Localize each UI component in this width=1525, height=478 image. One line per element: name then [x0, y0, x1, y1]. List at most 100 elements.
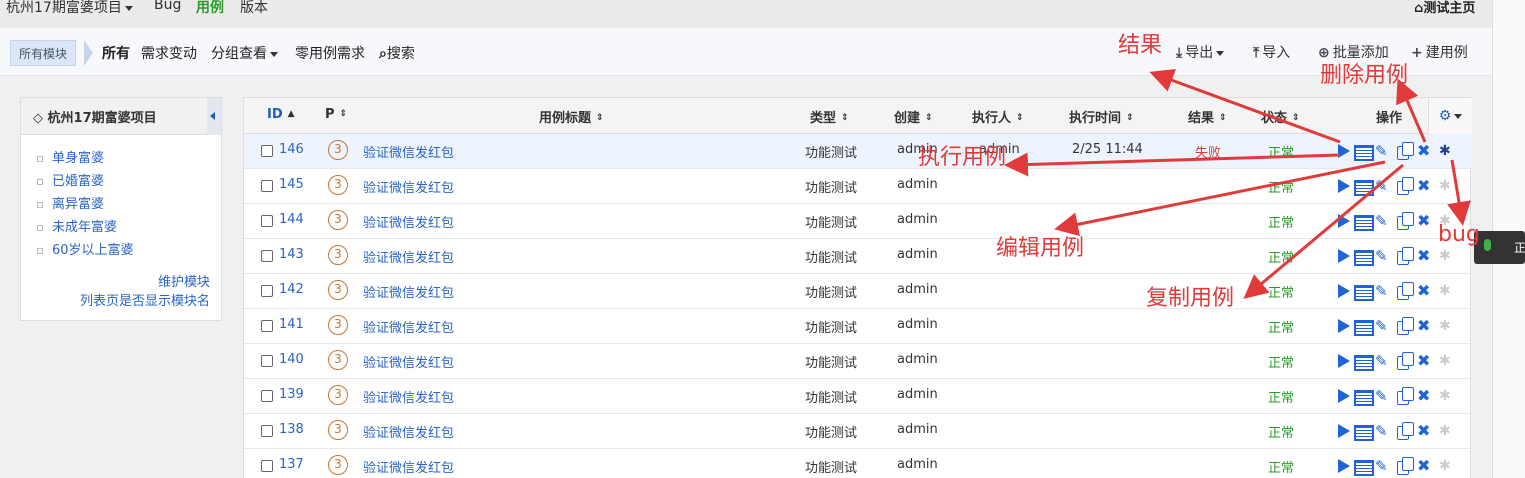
module-item[interactable]: 离异富婆: [37, 193, 221, 216]
copy-icon[interactable]: [1396, 282, 1414, 300]
nav-test-home[interactable]: ⌂测试主页: [1414, 0, 1475, 16]
nav-version[interactable]: 版本: [240, 0, 268, 17]
case-title-link[interactable]: 验证微信发红包: [363, 142, 454, 161]
row-checkbox[interactable]: [261, 425, 273, 437]
case-id-link[interactable]: 146: [279, 142, 304, 157]
export-button[interactable]: ⤓ 导出: [1176, 42, 1225, 62]
case-title-link[interactable]: 验证微信发红包: [363, 212, 454, 231]
run-case-icon[interactable]: [1335, 177, 1353, 195]
bug-icon[interactable]: ✱: [1439, 282, 1457, 300]
tab-all[interactable]: 所有: [102, 43, 130, 63]
maintain-module-link[interactable]: 维护模块: [158, 271, 210, 290]
run-case-icon[interactable]: [1335, 142, 1353, 160]
case-title-link[interactable]: 验证微信发红包: [363, 247, 454, 266]
module-breadcrumb[interactable]: 所有模块: [10, 40, 77, 66]
copy-icon[interactable]: [1396, 352, 1414, 370]
tab-story-change[interactable]: 需求变动: [141, 43, 197, 63]
case-results-icon[interactable]: [1353, 247, 1374, 266]
module-item[interactable]: 未成年富婆: [37, 216, 221, 239]
col-creator[interactable]: 创建 ⇕: [894, 107, 933, 126]
case-results-icon[interactable]: [1353, 142, 1374, 161]
edit-icon[interactable]: ✎: [1375, 212, 1393, 230]
run-case-icon[interactable]: [1335, 387, 1353, 405]
bug-icon[interactable]: ✱: [1439, 247, 1457, 265]
col-result[interactable]: 结果 ⇕: [1188, 107, 1227, 126]
module-item[interactable]: 单身富婆: [37, 147, 221, 170]
run-case-icon[interactable]: [1335, 212, 1353, 230]
bug-icon[interactable]: ✱: [1439, 457, 1457, 475]
delete-icon[interactable]: ✖: [1417, 247, 1435, 265]
edit-icon[interactable]: ✎: [1375, 317, 1393, 335]
bug-icon[interactable]: ✱: [1439, 387, 1457, 405]
row-checkbox[interactable]: [261, 320, 273, 332]
case-results-icon[interactable]: [1353, 177, 1374, 196]
copy-icon[interactable]: [1396, 317, 1414, 335]
case-id-link[interactable]: 139: [279, 387, 304, 402]
case-id-link[interactable]: 142: [279, 282, 304, 297]
edit-icon[interactable]: ✎: [1375, 422, 1393, 440]
collapse-panel-button[interactable]: [207, 98, 221, 135]
edit-icon[interactable]: ✎: [1375, 387, 1393, 405]
tab-group-view[interactable]: 分组查看: [211, 43, 278, 63]
run-case-icon[interactable]: [1335, 282, 1353, 300]
case-title-link[interactable]: 验证微信发红包: [363, 177, 454, 196]
case-title-link[interactable]: 验证微信发红包: [363, 282, 454, 301]
case-title-link[interactable]: 验证微信发红包: [363, 317, 454, 336]
case-id-link[interactable]: 140: [279, 352, 304, 367]
case-results-icon[interactable]: [1353, 352, 1374, 371]
copy-icon[interactable]: [1396, 422, 1414, 440]
col-title[interactable]: 用例标题 ⇕: [539, 107, 604, 126]
copy-icon[interactable]: [1396, 177, 1414, 195]
run-case-icon[interactable]: [1335, 457, 1353, 475]
bug-icon[interactable]: ✱: [1439, 317, 1457, 335]
row-checkbox[interactable]: [261, 215, 273, 227]
case-results-icon[interactable]: [1353, 212, 1374, 231]
delete-icon[interactable]: ✖: [1417, 457, 1435, 475]
delete-icon[interactable]: ✖: [1417, 282, 1435, 300]
create-case-button[interactable]: + 建用例: [1411, 42, 1468, 62]
bug-icon[interactable]: ✱: [1439, 422, 1457, 440]
delete-icon[interactable]: ✖: [1417, 177, 1435, 195]
bug-icon[interactable]: ✱: [1439, 142, 1457, 160]
copy-icon[interactable]: [1396, 247, 1414, 265]
col-type[interactable]: 类型 ⇕: [810, 107, 849, 126]
edit-icon[interactable]: ✎: [1375, 352, 1393, 370]
copy-icon[interactable]: [1396, 212, 1414, 230]
col-status[interactable]: 状态 ⇕: [1261, 107, 1300, 126]
delete-icon[interactable]: ✖: [1417, 142, 1435, 160]
delete-icon[interactable]: ✖: [1417, 422, 1435, 440]
edit-icon[interactable]: ✎: [1375, 142, 1393, 160]
run-case-icon[interactable]: [1335, 422, 1353, 440]
case-id-link[interactable]: 138: [279, 422, 304, 437]
nav-bug[interactable]: Bug: [154, 0, 181, 13]
module-item[interactable]: 60岁以上富婆: [37, 239, 221, 262]
case-results-icon[interactable]: [1353, 387, 1374, 406]
row-checkbox[interactable]: [261, 390, 273, 402]
delete-icon[interactable]: ✖: [1417, 212, 1435, 230]
row-checkbox[interactable]: [261, 355, 273, 367]
col-pri[interactable]: P ⇕: [325, 107, 347, 122]
row-checkbox[interactable]: [261, 250, 273, 262]
case-results-icon[interactable]: [1353, 422, 1374, 441]
col-runner[interactable]: 执行人 ⇕: [972, 107, 1024, 126]
project-switcher[interactable]: 杭州17期富婆项目: [6, 0, 133, 17]
case-title-link[interactable]: 验证微信发红包: [363, 422, 454, 441]
voice-input-widget[interactable]: 正: [1474, 231, 1525, 264]
case-results-icon[interactable]: [1353, 457, 1374, 476]
import-button[interactable]: ⤒ 导入: [1253, 42, 1290, 62]
edit-icon[interactable]: ✎: [1375, 282, 1393, 300]
row-checkbox[interactable]: [261, 145, 273, 157]
case-results-icon[interactable]: [1353, 282, 1374, 301]
case-title-link[interactable]: 验证微信发红包: [363, 352, 454, 371]
case-id-link[interactable]: 145: [279, 177, 304, 192]
delete-icon[interactable]: ✖: [1417, 387, 1435, 405]
row-checkbox[interactable]: [261, 285, 273, 297]
search-button[interactable]: ⌕搜索: [379, 43, 415, 63]
copy-icon[interactable]: [1396, 387, 1414, 405]
case-title-link[interactable]: 验证微信发红包: [363, 387, 454, 406]
run-case-icon[interactable]: [1335, 247, 1353, 265]
bug-icon[interactable]: ✱: [1439, 352, 1457, 370]
edit-icon[interactable]: ✎: [1375, 177, 1393, 195]
bug-icon[interactable]: ✱: [1439, 177, 1457, 195]
row-checkbox[interactable]: [261, 180, 273, 192]
